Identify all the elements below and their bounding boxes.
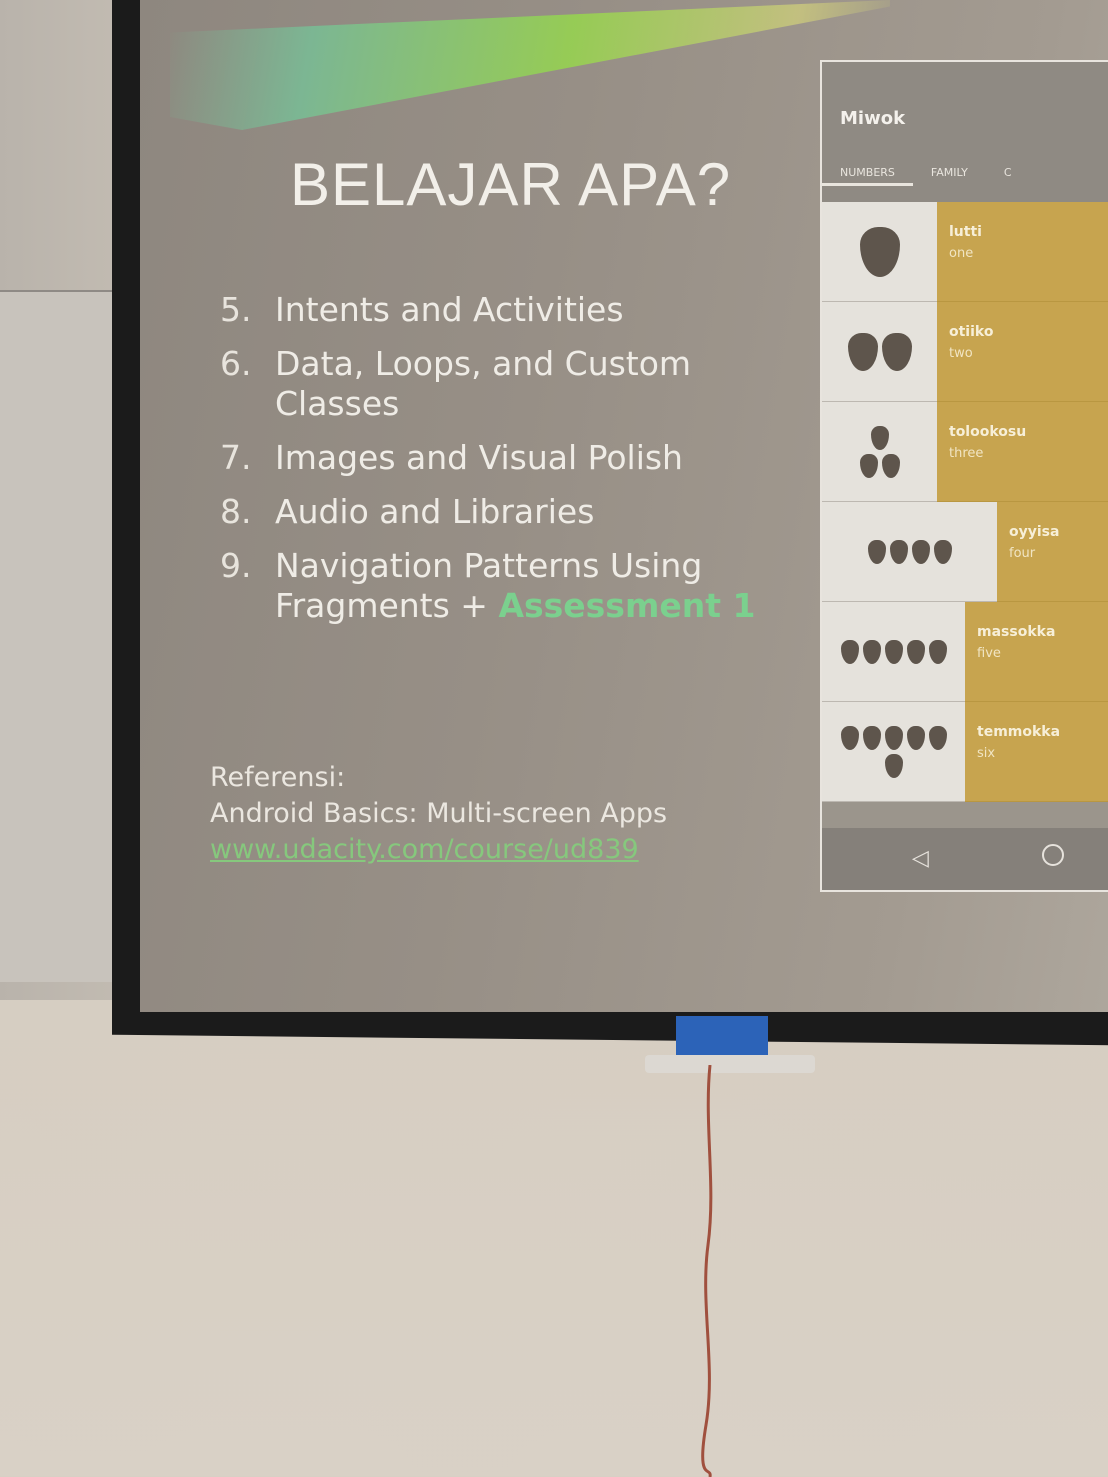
acorn-icon xyxy=(859,226,900,277)
list-item[interactable]: lutti one xyxy=(822,202,1108,302)
list-item[interactable]: otiiko two xyxy=(822,302,1108,402)
list-item[interactable]: massokka five xyxy=(822,602,1108,702)
word-text: otiiko two xyxy=(937,302,1108,402)
word-text: tolookosu three xyxy=(937,402,1108,502)
acorn-icon xyxy=(862,639,881,664)
miwok-word: otiiko xyxy=(949,324,994,340)
acorn-icon xyxy=(906,725,925,750)
acorn-icon xyxy=(906,639,925,664)
acorn-icon xyxy=(870,425,889,450)
screen-bracket xyxy=(645,1055,815,1073)
topic-item: 9. Navigation Patterns Using Fragments +… xyxy=(220,546,780,626)
english-word: one xyxy=(949,246,974,261)
acorn-icon xyxy=(884,753,903,778)
english-word: three xyxy=(949,446,984,461)
word-text: temmokka six xyxy=(965,702,1108,802)
android-nav-bar: ◁ xyxy=(822,828,1108,890)
word-text: lutti one xyxy=(937,202,1108,302)
miwok-word: tolookosu xyxy=(949,424,1027,440)
acorn-icon xyxy=(847,332,878,371)
english-word: four xyxy=(1009,546,1036,561)
topic-number: 6. xyxy=(220,344,252,383)
acorn-icon-group xyxy=(822,402,937,502)
reference-link[interactable]: www.udacity.com/course/ud839 xyxy=(210,832,667,868)
whiteboard xyxy=(0,290,128,982)
acorn-icon-group xyxy=(822,502,997,602)
acorn-icon xyxy=(928,725,947,750)
english-word: five xyxy=(977,646,1001,661)
acorn-icon xyxy=(840,639,859,664)
topic-item: 5. Intents and Activities xyxy=(220,290,780,330)
topic-text: Audio and Libraries xyxy=(275,492,595,531)
acorn-icon xyxy=(884,639,903,664)
english-word: six xyxy=(977,746,996,761)
miwok-word: temmokka xyxy=(977,724,1061,740)
acorn-icon xyxy=(867,539,886,564)
acorn-icon xyxy=(928,639,947,664)
miwok-word: oyyisa xyxy=(1009,524,1060,540)
app-bar: Miwok NUMBERS FAMILY C xyxy=(822,62,1108,202)
topic-number: 9. xyxy=(220,546,252,585)
acorn-icon xyxy=(911,539,930,564)
home-icon[interactable] xyxy=(1042,844,1064,866)
miwok-word: massokka xyxy=(977,624,1056,640)
tab-family[interactable]: FAMILY xyxy=(913,166,986,186)
acorn-icon-group xyxy=(822,602,965,702)
topic-item: 7. Images and Visual Polish xyxy=(220,438,780,478)
tab-bar: NUMBERS FAMILY C xyxy=(822,166,1108,186)
assessment-highlight: Assessment 1 xyxy=(498,586,756,625)
acorn-icon-group xyxy=(822,302,937,402)
topic-text-wrap: Navigation Patterns Using Fragments + As… xyxy=(275,546,780,626)
topic-text: Data, Loops, and Custom Classes xyxy=(275,344,692,423)
word-text: massokka five xyxy=(965,602,1108,702)
acorn-icon-group xyxy=(822,702,965,802)
app-title: Miwok xyxy=(840,108,906,129)
list-item[interactable]: temmokka six xyxy=(822,702,1108,802)
acorn-icon xyxy=(881,332,912,371)
acorn-icon xyxy=(889,539,908,564)
acorn-icon xyxy=(862,725,881,750)
list-item[interactable]: oyyisa four xyxy=(822,502,1108,602)
hanging-cable xyxy=(701,1065,713,1477)
reference-label: Referensi: xyxy=(210,762,346,793)
phone-screenshot: Miwok NUMBERS FAMILY C lutti one otiiko … xyxy=(820,60,1108,892)
reference-course: Android Basics: Multi-screen Apps xyxy=(210,798,668,829)
tab-numbers[interactable]: NUMBERS xyxy=(822,166,913,186)
topic-number: 5. xyxy=(220,290,252,329)
topic-text: Images and Visual Polish xyxy=(275,438,683,477)
topic-text: Intents and Activities xyxy=(275,290,624,329)
reference-block: Referensi: Android Basics: Multi-screen … xyxy=(210,760,667,868)
acorn-icon xyxy=(859,453,878,478)
topic-number: 7. xyxy=(220,438,252,477)
word-text: oyyisa four xyxy=(997,502,1108,602)
tab-colors[interactable]: C xyxy=(986,166,1030,186)
english-word: two xyxy=(949,346,973,361)
topic-item: 8. Audio and Libraries xyxy=(220,492,780,532)
acorn-icon xyxy=(933,539,952,564)
acorn-icon xyxy=(884,725,903,750)
list-item[interactable]: tolookosu three xyxy=(822,402,1108,502)
acorn-icon-group xyxy=(822,202,937,302)
topic-list: 5. Intents and Activities 6. Data, Loops… xyxy=(220,290,780,640)
acorn-icon xyxy=(840,725,859,750)
projector-screen: BELAJAR APA? 5. Intents and Activities 6… xyxy=(140,0,1108,1012)
word-list: lutti one otiiko two tolookosu three oyy… xyxy=(822,202,1108,802)
blue-tape xyxy=(676,1016,768,1056)
acorn-icon xyxy=(881,453,900,478)
back-icon[interactable]: ◁ xyxy=(912,846,929,871)
slide-title: BELAJAR APA? xyxy=(290,151,732,218)
topic-number: 8. xyxy=(220,492,252,531)
topic-item: 6. Data, Loops, and Custom Classes xyxy=(220,344,780,424)
slide-decoration-swoosh xyxy=(170,0,890,130)
miwok-word: lutti xyxy=(949,224,982,240)
